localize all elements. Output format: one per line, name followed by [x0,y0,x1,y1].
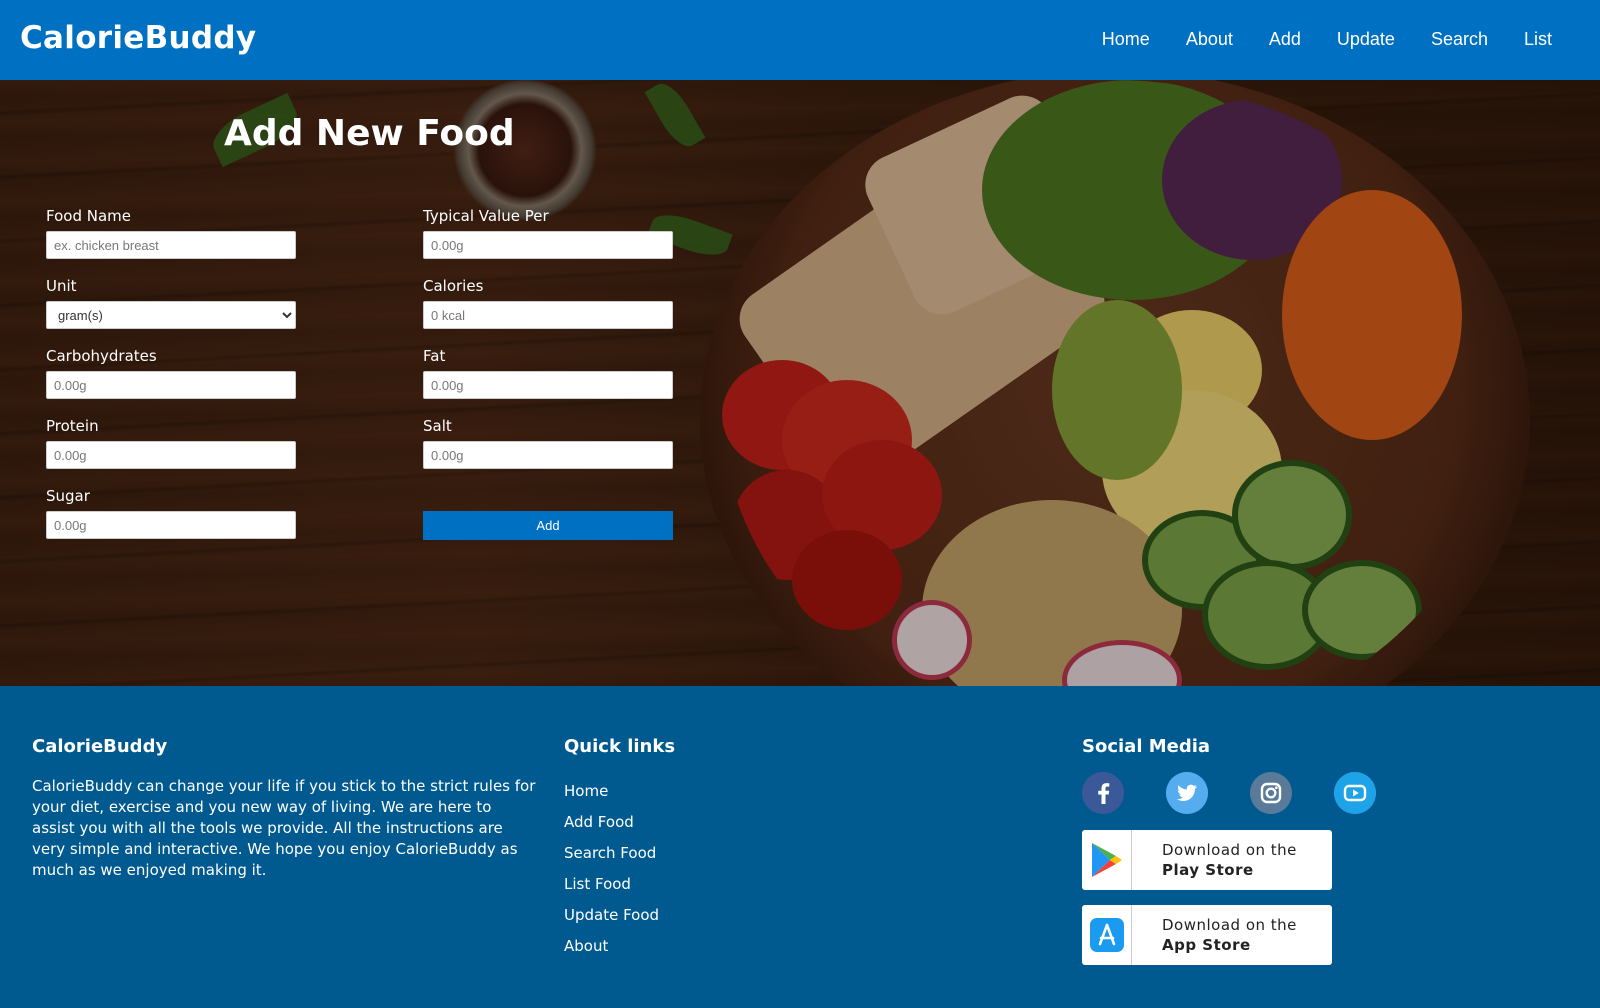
unit-label: Unit [46,277,77,295]
top-navbar: CalorieBuddy Home About Add Update Searc… [0,0,1600,80]
typical-value-input[interactable] [423,231,673,259]
footer-brand-title: CalorieBuddy [32,736,168,757]
play-store-line1: Download on the [1162,841,1297,859]
twitter-icon[interactable] [1166,772,1208,814]
list-item: Add Food [564,813,659,844]
nav-add[interactable]: Add [1269,29,1301,50]
food-name-label: Food Name [46,207,131,225]
app-store-line1: Download on the [1162,916,1297,934]
quick-link-about[interactable]: About [564,937,608,955]
play-store-button[interactable]: Download on the Play Store [1082,830,1332,890]
app-store-button[interactable]: Download on the App Store [1082,905,1332,965]
nav-links: Home About Add Update Search List [1102,29,1552,50]
quick-link-update-food[interactable]: Update Food [564,906,659,924]
carbohydrates-input[interactable] [46,371,296,399]
salt-label: Salt [423,417,452,435]
instagram-icon[interactable] [1250,772,1292,814]
carbohydrates-label: Carbohydrates [46,347,157,365]
protein-input[interactable] [46,441,296,469]
footer: CalorieBuddy CalorieBuddy can change you… [0,686,1600,1008]
footer-about-text: CalorieBuddy can change your life if you… [32,777,536,879]
list-item: About [564,937,659,968]
sugar-input[interactable] [46,511,296,539]
nav-list[interactable]: List [1524,29,1552,50]
food-name-input[interactable] [46,231,296,259]
brand-logo[interactable]: CalorieBuddy [20,20,256,56]
carbohydrates-field: Carbohydrates [46,347,296,399]
play-store-text: Download on the Play Store [1132,840,1297,880]
nav-search[interactable]: Search [1431,29,1488,50]
add-button[interactable]: Add [423,511,673,540]
form-title: Add New Food [224,113,515,154]
fat-field: Fat [423,347,673,399]
play-store-line2: Play Store [1162,861,1254,879]
calories-label: Calories [423,277,484,295]
app-store-icon [1082,905,1132,965]
unit-field: Unit gram(s) [46,277,296,329]
quick-link-add-food[interactable]: Add Food [564,813,634,831]
social-media-title: Social Media [1082,736,1211,757]
unit-select[interactable]: gram(s) [46,301,296,329]
youtube-icon[interactable] [1334,772,1376,814]
salt-field: Salt [423,417,673,469]
app-store-text: Download on the App Store [1132,915,1297,955]
app-store-line2: App Store [1162,936,1251,954]
play-store-icon [1082,830,1132,890]
quick-link-home[interactable]: Home [564,782,608,800]
list-item: Home [564,782,659,813]
list-item: Search Food [564,844,659,875]
quick-link-search-food[interactable]: Search Food [564,844,656,862]
protein-label: Protein [46,417,99,435]
quick-links-list: Home Add Food Search Food List Food Upda… [564,782,659,968]
typical-value-label: Typical Value Per [423,207,549,225]
salt-input[interactable] [423,441,673,469]
fat-label: Fat [423,347,446,365]
calories-field: Calories [423,277,673,329]
quick-link-list-food[interactable]: List Food [564,875,631,893]
typical-value-field: Typical Value Per [423,207,673,259]
list-item: Update Food [564,906,659,937]
sugar-field: Sugar [46,487,296,539]
quick-links-title: Quick links [564,736,676,757]
food-name-field: Food Name [46,207,296,259]
fat-input[interactable] [423,371,673,399]
nav-home[interactable]: Home [1102,29,1150,50]
sugar-label: Sugar [46,487,90,505]
hero-section: Add New Food Food Name Typical Value Per… [0,80,1600,686]
protein-field: Protein [46,417,296,469]
nav-about[interactable]: About [1186,29,1233,50]
calories-input[interactable] [423,301,673,329]
nav-update[interactable]: Update [1337,29,1395,50]
list-item: List Food [564,875,659,906]
facebook-icon[interactable] [1082,772,1124,814]
